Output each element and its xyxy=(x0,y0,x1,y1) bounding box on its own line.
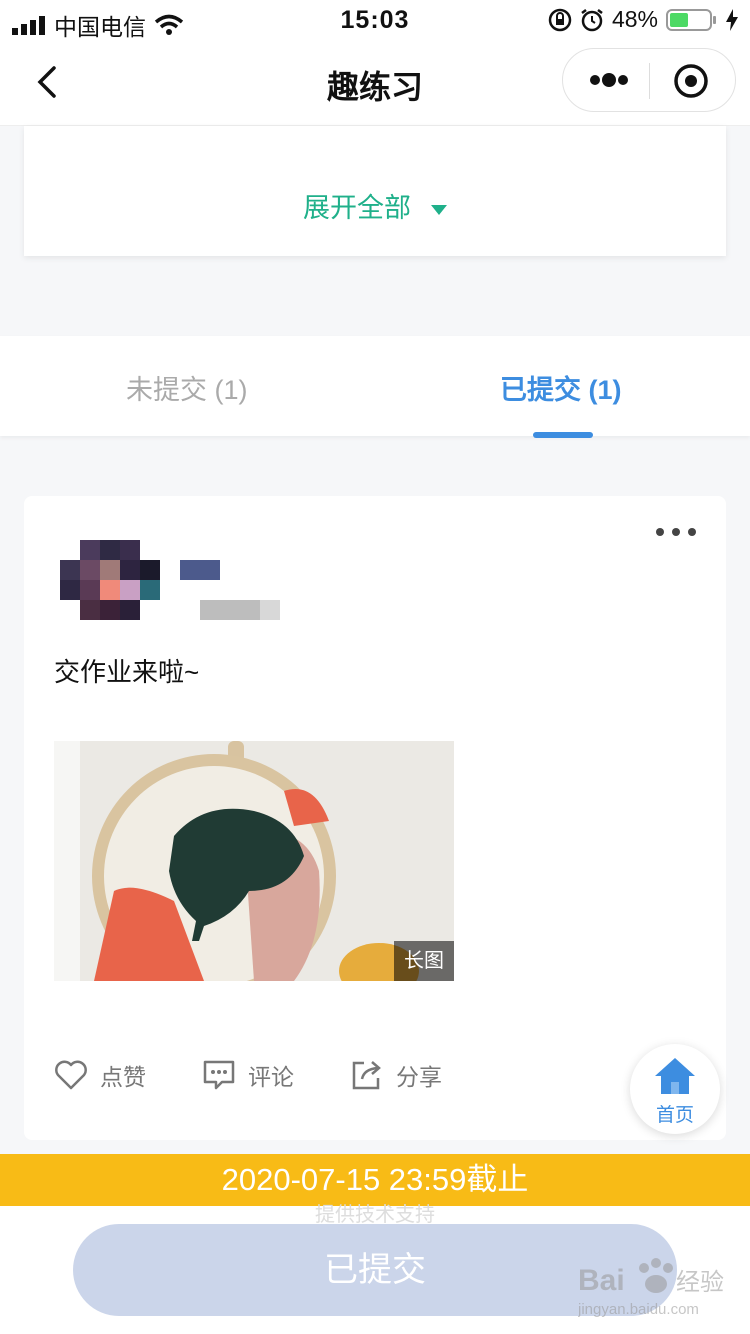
status-right: 48% xyxy=(548,6,738,33)
home-icon xyxy=(655,1058,695,1094)
post-more-icon[interactable] xyxy=(654,526,698,538)
long-image-tag: 长图 xyxy=(394,941,454,981)
comment-icon xyxy=(203,1060,235,1090)
share-button[interactable]: 分享 xyxy=(350,1058,442,1092)
share-icon xyxy=(352,1061,381,1090)
mini-program-capsule xyxy=(562,48,736,112)
expand-all-label: 展开全部 xyxy=(303,193,411,223)
svg-text:Bai: Bai xyxy=(578,1264,625,1297)
like-button[interactable]: 点赞 xyxy=(54,1058,146,1092)
user-subtitle-redacted-2 xyxy=(260,600,280,620)
active-tab-indicator xyxy=(533,432,593,438)
more-icon[interactable] xyxy=(587,65,631,95)
alarm-icon xyxy=(581,8,603,31)
submission-post: 交作业来啦~ 长图 点赞 评论 分享 xyxy=(24,496,726,1140)
like-label: 点赞 xyxy=(100,1064,146,1090)
charging-icon xyxy=(726,8,738,31)
support-text: 提供技术支持 xyxy=(315,1204,435,1226)
avatar[interactable] xyxy=(60,540,160,620)
baidu-paw-logo: Bai 经验 jingyan.baidu.com xyxy=(577,1258,724,1318)
home-button[interactable]: 首页 xyxy=(630,1044,720,1134)
battery-icon xyxy=(666,8,716,31)
nav-bar: 趣练习 xyxy=(0,40,750,126)
comment-label: 评论 xyxy=(248,1064,294,1090)
baidu-watermark: Bai 经验 jingyan.baidu.com xyxy=(577,1250,738,1320)
description-card: 展开全部 xyxy=(24,126,726,256)
svg-text:经验: 经验 xyxy=(676,1268,724,1296)
triangle-down-icon xyxy=(431,204,447,215)
tab-not-submitted[interactable]: 未提交 (1) xyxy=(126,368,248,407)
expand-all-button[interactable]: 展开全部 xyxy=(24,186,726,225)
heart-icon xyxy=(55,1060,87,1090)
battery-percent: 48% xyxy=(611,6,658,32)
comment-button[interactable]: 评论 xyxy=(202,1058,294,1092)
post-image[interactable]: 长图 xyxy=(54,741,454,981)
orientation-lock-icon xyxy=(548,8,572,31)
close-miniprogram-icon[interactable] xyxy=(673,63,709,99)
capsule-divider xyxy=(649,63,650,99)
submission-tabs: 未提交 (1) 已提交 (1) xyxy=(0,336,750,438)
svg-text:jingyan.baidu.com: jingyan.baidu.com xyxy=(578,1301,699,1318)
home-label: 首页 xyxy=(655,1105,694,1126)
tab-submitted[interactable]: 已提交 (1) xyxy=(500,368,622,407)
share-label: 分享 xyxy=(396,1064,442,1090)
post-actions: 点赞 评论 分享 xyxy=(54,1058,442,1092)
post-text: 交作业来啦~ xyxy=(54,657,200,687)
status-bar: 中国电信 15:03 48% xyxy=(0,0,750,40)
username-redacted xyxy=(180,560,220,580)
